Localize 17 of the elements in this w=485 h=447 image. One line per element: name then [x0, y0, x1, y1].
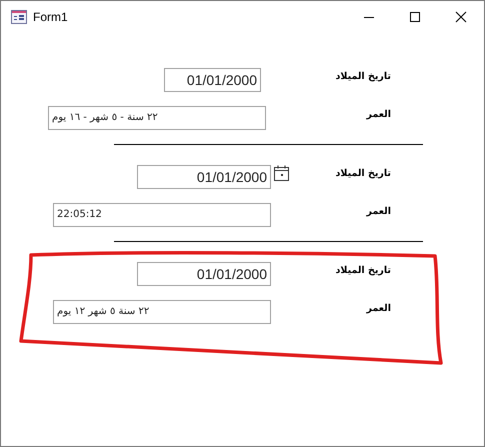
- field-label: تاريخ الميلاد: [336, 264, 391, 276]
- close-icon: [455, 11, 467, 23]
- field-label: تاريخ الميلاد: [336, 167, 391, 179]
- text-field[interactable]: 22:05:12: [53, 203, 271, 227]
- field-label: العمر: [366, 205, 391, 217]
- text-field[interactable]: 01/01/2000: [137, 165, 271, 189]
- window-title: Form1: [33, 10, 68, 24]
- maximize-icon: [409, 11, 421, 23]
- text-field[interactable]: 01/01/2000: [164, 68, 261, 92]
- text-field[interactable]: ٢٢ سنة ٥ شهر ١٢ يوم: [53, 300, 271, 324]
- calendar-icon[interactable]: [274, 165, 289, 181]
- field-label: العمر: [366, 108, 391, 120]
- text-field[interactable]: ٢٢ سنة - ٥ شهر - ١٦ يوم: [48, 106, 266, 130]
- field-label: تاريخ الميلاد: [336, 70, 391, 82]
- text-field[interactable]: 01/01/2000: [137, 262, 271, 286]
- form-icon: [11, 10, 27, 24]
- field-label: العمر: [366, 302, 391, 314]
